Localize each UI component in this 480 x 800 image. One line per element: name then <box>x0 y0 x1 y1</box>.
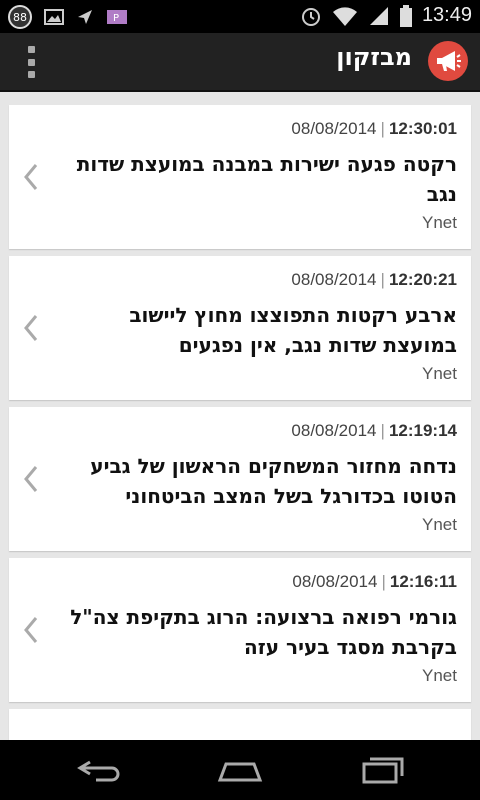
news-card-time: 12:16:11 <box>389 572 457 591</box>
news-card-title: נדחה מחזור המשחקים הראשון של גביע הטוטו … <box>90 454 457 508</box>
svg-text:P: P <box>113 13 119 24</box>
chevron-left-icon <box>24 164 38 190</box>
news-card-date: 08/08/2014 <box>291 421 377 440</box>
system-nav-bar <box>0 740 480 800</box>
app-bar: מבזקון <box>0 33 480 92</box>
cell-signal-icon <box>369 6 388 25</box>
news-card-time: 12:30:01 <box>388 119 457 138</box>
news-card-time: 12:20:21 <box>388 270 457 289</box>
parking-app-icon: P <box>107 10 127 24</box>
news-card-title: ארבע רקטות התפוצצו מחוץ ליישוב במועצת שד… <box>129 303 457 357</box>
status-bar: 88 P 13:49 <box>0 0 480 33</box>
news-card-date: 08/08/2014 <box>291 119 377 138</box>
status-time: 13:49 <box>421 4 472 26</box>
news-card-meta: 08/08/2014 | 12:16:11 <box>292 572 457 591</box>
news-card-meta: 08/08/2014 | 12:20:21 <box>291 270 457 289</box>
back-icon[interactable] <box>76 754 124 786</box>
news-card-time: 12:19:14 <box>388 421 457 440</box>
chevron-left-icon <box>24 315 38 341</box>
news-card[interactable]: 08/08/2014 | 12:19:14 נדחה מחזור המשחקים ה… <box>9 407 471 551</box>
news-card[interactable]: 08/08/2014 | 12:30:01 רקטה פגעה ישירות במב… <box>9 105 471 249</box>
news-card-date: 08/08/2014 <box>291 270 377 289</box>
news-card-source: Ynet <box>422 515 457 534</box>
news-card-partial[interactable] <box>9 709 471 740</box>
chevron-left-icon <box>24 466 38 492</box>
news-card-meta: 08/08/2014 | 12:19:14 <box>291 421 457 440</box>
battery-icon <box>399 4 412 27</box>
news-card-title: רקטה פגעה ישירות במבנה במועצת שדות נגב <box>76 152 457 206</box>
news-list: 08/08/2014 | 12:30:01 רקטה פגעה ישירות במב… <box>0 92 480 740</box>
chevron-left-icon <box>24 617 38 643</box>
news-card[interactable]: 08/08/2014 | 12:16:11 גורמי רפואה ברצועה: … <box>9 558 471 702</box>
notification-count-badge: 88 <box>8 5 32 29</box>
wifi-icon <box>332 6 357 26</box>
alarm-icon <box>301 7 320 26</box>
recent-apps-icon[interactable] <box>358 754 406 786</box>
news-card-source: Ynet <box>422 666 457 685</box>
news-card[interactable]: 08/08/2014 | 12:20:21 ארבע רקטות התפוצצו מ… <box>9 256 471 400</box>
news-card-date: 08/08/2014 <box>292 572 378 591</box>
image-icon <box>44 9 64 25</box>
location-arrow-icon <box>78 10 92 24</box>
megaphone-icon[interactable] <box>428 41 468 81</box>
home-icon[interactable] <box>216 754 264 786</box>
news-card-source: Ynet <box>422 213 457 232</box>
news-card-source: Ynet <box>422 364 457 383</box>
app-title: מבזקון <box>336 43 412 71</box>
news-card-meta: 08/08/2014 | 12:30:01 <box>291 119 457 138</box>
overflow-menu-icon[interactable] <box>28 46 38 78</box>
news-card-title: גורמי רפואה ברצועה: הרוג בתקיפת צה"ל בקר… <box>70 605 457 659</box>
